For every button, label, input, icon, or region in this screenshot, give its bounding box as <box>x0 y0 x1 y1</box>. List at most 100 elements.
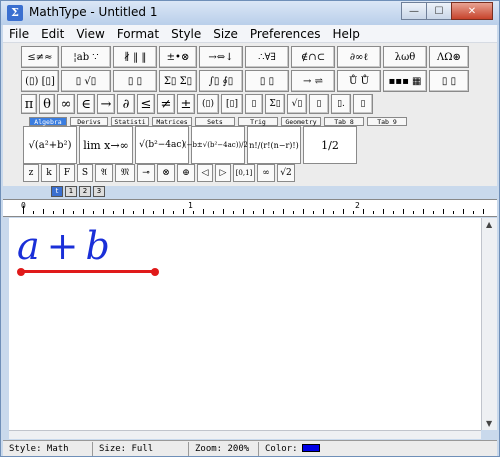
parens-template[interactable]: (▯) <box>197 94 219 114</box>
superscript-template[interactable]: ▯ <box>309 94 329 114</box>
tab-sets[interactable]: Sets <box>195 117 235 126</box>
set-theory-palette[interactable]: ∉∩⊂ <box>291 46 335 68</box>
operators-palette[interactable]: ±•⊗ <box>159 46 197 68</box>
equation-editor[interactable]: a + b <box>9 218 481 430</box>
menu-bar: File Edit View Format Style Size Prefere… <box>3 25 497 43</box>
tab-9[interactable]: Tab 9 <box>367 117 407 126</box>
small-fraktur-a[interactable]: 𝔄 <box>95 164 113 182</box>
arrow-symbol[interactable]: → <box>97 94 115 114</box>
discriminant-template[interactable]: √(b²−4ac) <box>135 126 189 164</box>
small-oplus[interactable]: ⊕ <box>177 164 195 182</box>
level-3[interactable]: 3 <box>93 186 105 197</box>
menu-view[interactable]: View <box>70 27 110 41</box>
small-z[interactable]: z <box>23 164 39 182</box>
neq-symbol[interactable]: ≠ <box>157 94 175 114</box>
subsup-template[interactable]: ▯ <box>353 94 373 114</box>
menu-help[interactable]: Help <box>326 27 365 41</box>
menu-file[interactable]: File <box>3 27 35 41</box>
ruler[interactable]: 0 1 2 <box>3 199 497 217</box>
small-right-triangle[interactable]: ▷ <box>215 164 231 182</box>
embellishments-palette[interactable]: ∦ ‖ ‖ <box>113 46 157 68</box>
small-symbol-bar: π θ ∞ ∈ → ∂ ≤ ≠ ± (▯) [▯] ▯ Σ▯ √▯ ▯ ▯. ▯ <box>21 94 375 114</box>
relations-palette[interactable]: ≤≠≈ <box>21 46 59 68</box>
menu-edit[interactable]: Edit <box>35 27 70 41</box>
sqrt-template[interactable]: √▯ <box>287 94 307 114</box>
greek-upper-palette[interactable]: ΛΩ⊛ <box>429 46 469 68</box>
products-palette[interactable]: Ů Ů <box>337 70 381 92</box>
logical-palette[interactable]: ∴∀∃ <box>245 46 289 68</box>
pi-symbol[interactable]: π <box>21 94 37 114</box>
bars-palette[interactable]: ▯ ▯ <box>245 70 289 92</box>
small-k[interactable]: k <box>41 164 57 182</box>
half-fraction-template[interactable]: 1/2 <box>303 126 357 164</box>
scroll-down-icon[interactable]: ▼ <box>486 419 492 428</box>
tab-trig[interactable]: Trig <box>238 117 278 126</box>
scroll-up-icon[interactable]: ▲ <box>486 220 492 229</box>
small-s[interactable]: S <box>77 164 93 182</box>
partial-symbol[interactable]: ∂ <box>117 94 135 114</box>
element-of-symbol[interactable]: ∈ <box>77 94 95 114</box>
boxes-palette[interactable]: ▯ ▯ <box>429 70 469 92</box>
tab-geometry[interactable]: Geometry <box>281 117 321 126</box>
ruler-mark-1: 1 <box>188 201 193 210</box>
tab-8[interactable]: Tab 8 <box>324 117 364 126</box>
leq-symbol[interactable]: ≤ <box>137 94 155 114</box>
arrows-palette[interactable]: →⇔↓ <box>199 46 243 68</box>
menu-style[interactable]: Style <box>165 27 207 41</box>
small-interval[interactable]: [0,1] <box>233 164 255 182</box>
menu-size[interactable]: Size <box>207 27 244 41</box>
brackets-template[interactable]: [▯] <box>221 94 243 114</box>
small-f[interactable]: F <box>59 164 75 182</box>
tab-matrices[interactable]: Matrices <box>152 117 192 126</box>
pythagorean-template[interactable]: √(a²+b²) <box>23 126 77 164</box>
ruler-tick <box>273 211 274 214</box>
labeled-arrows-palette[interactable]: → ⇌ <box>291 70 335 92</box>
tab-derivs[interactable]: Derivs <box>70 117 108 126</box>
tab-statistics[interactable]: Statisti <box>111 117 149 126</box>
plusminus-symbol[interactable]: ± <box>177 94 195 114</box>
theta-symbol[interactable]: θ <box>39 94 55 114</box>
spaces-palette[interactable]: ¦ab ∵ <box>61 46 111 68</box>
fraction-template[interactable]: ▯ <box>245 94 263 114</box>
small-left-triangle[interactable]: ◁ <box>197 164 213 182</box>
level-2[interactable]: 2 <box>79 186 91 197</box>
ruler-tick <box>323 209 324 214</box>
fractions-radicals-palette[interactable]: ▯ √▯ <box>61 70 111 92</box>
sum-template[interactable]: Σ▯ <box>265 94 285 114</box>
matrices-palette[interactable]: ▪▪▪ ▦ <box>383 70 427 92</box>
annotation-dot-left <box>17 267 25 276</box>
menu-preferences[interactable]: Preferences <box>244 27 327 41</box>
fences-palette[interactable]: (▯) [▯] <box>21 70 59 92</box>
small-infinity[interactable]: ∞ <box>257 164 275 182</box>
status-color-label: Color: <box>265 443 298 454</box>
small-multimap[interactable]: ⊸ <box>137 164 155 182</box>
quadratic-formula-template[interactable]: (−b±√(b²−4ac))/2a <box>184 126 252 164</box>
summation-palette[interactable]: Σ▯ Σ▯ <box>159 70 197 92</box>
minimize-button[interactable]: — <box>401 2 427 20</box>
subscript-superscript-palette[interactable]: ▯ ▯ <box>113 70 157 92</box>
maximize-button[interactable]: ☐ <box>426 2 452 20</box>
close-button[interactable]: ✕ <box>451 2 493 20</box>
title-bar[interactable]: Σ MathType - Untitled 1 — ☐ ✕ <box>1 1 499 25</box>
misc-symbols-palette[interactable]: ∂∞ℓ <box>337 46 381 68</box>
combination-template[interactable]: n!/(r!(n−r)!) <box>247 126 301 164</box>
greek-lower-palette[interactable]: λωθ <box>383 46 427 68</box>
limit-template[interactable]: lim x→∞ <box>79 126 133 164</box>
small-fraktur-m[interactable]: 𝔐 <box>115 164 135 182</box>
ruler-tick <box>333 211 334 214</box>
level-top[interactable]: t <box>51 186 63 197</box>
integrals-palette[interactable]: ∫▯ ∮▯ <box>199 70 243 92</box>
tab-algebra[interactable]: Algebra <box>29 117 67 126</box>
small-otimes[interactable]: ⊗ <box>157 164 175 182</box>
ruler-tick <box>463 209 464 214</box>
infinity-symbol[interactable]: ∞ <box>57 94 75 114</box>
level-1[interactable]: 1 <box>65 186 77 197</box>
vertical-scrollbar[interactable]: ▲ ▼ <box>481 218 497 430</box>
ruler-tick <box>263 209 264 214</box>
horizontal-scrollbar[interactable] <box>9 430 481 439</box>
small-sqrt2[interactable]: √2 <box>277 164 295 182</box>
toolbar-area: ≤≠≈ ¦ab ∵ ∦ ‖ ‖ ±•⊗ →⇔↓ ∴∀∃ ∉∩⊂ ∂∞ℓ λωθ … <box>3 43 497 186</box>
menu-format[interactable]: Format <box>111 27 165 41</box>
window-title: MathType - Untitled 1 <box>29 5 158 19</box>
subscript-template[interactable]: ▯. <box>331 94 351 114</box>
